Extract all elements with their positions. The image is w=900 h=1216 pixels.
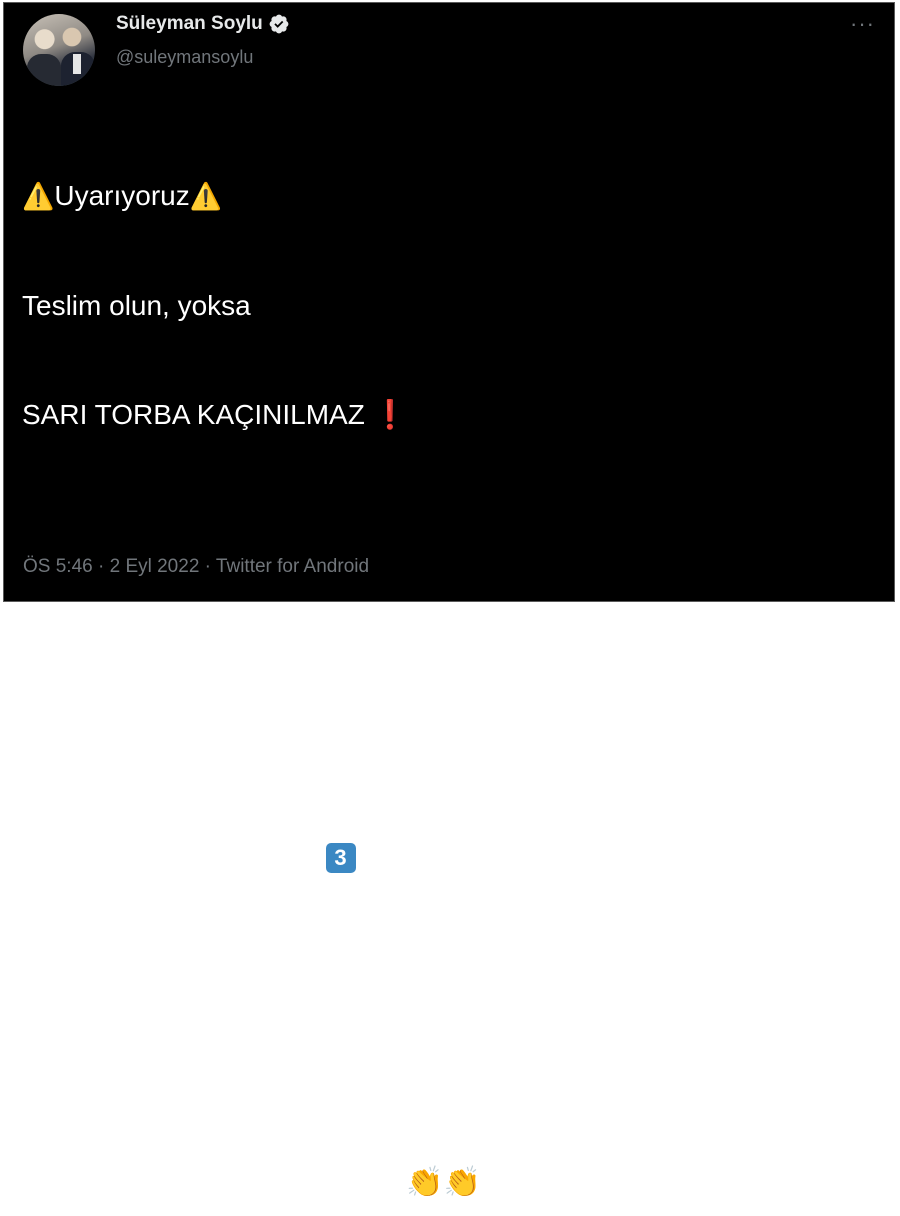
tweet-para2-line-4: etkisiz hale getirdi	[22, 948, 245, 979]
keycap-number-icon: 3	[325, 843, 356, 873]
tweet-para2-line-1: Eren Abluka-27 Operasyonu'nda Şırnak Far…	[22, 618, 713, 649]
warning-emoji-icon: ⚠️	[22, 181, 55, 211]
tweet-line-3-text: SARI TORBA KAÇINILMAZ	[22, 399, 365, 430]
tweet-card: Süleyman Soylu @suleymansoylu ··· ⚠️Uyar…	[3, 2, 895, 1199]
tweet-line-1: ⚠️Uyarıyoruz⚠️	[22, 178, 882, 215]
avatar-figure-left	[27, 54, 61, 86]
warning-emoji-icon: ⚠️	[189, 181, 223, 211]
tweet-para3-text: Kahramanlarımızın eline sağlık	[22, 1167, 407, 1198]
tweet-para3: Kahramanlarımızın eline sağlık👏👏	[22, 1165, 882, 1202]
verified-badge-icon	[269, 14, 289, 34]
tweet-para2-line-3: Kuvvetleri'nin desteğiyle 3 teröristi sila…	[22, 835, 882, 873]
author-handle[interactable]: @suleymansoylu	[116, 47, 253, 68]
avatar-shirt	[73, 54, 81, 74]
tweet-para2-line-2: kırsalında, JÖH ve Komandolarımız, J-SİH…	[22, 727, 678, 759]
tweet-line-3: SARI TORBA KAÇINILMAZ ❗	[22, 397, 882, 434]
tweet-line-1-text: Uyarıyoruz	[54, 180, 190, 211]
avatar[interactable]	[23, 14, 95, 86]
tweet-line-2: Teslim olun, yoksa	[22, 289, 251, 321]
author-display-name[interactable]: Süleyman Soylu	[116, 13, 263, 35]
more-options-icon[interactable]: ···	[850, 11, 875, 37]
clapping-hands-icon: 👏👏	[406, 1166, 482, 1199]
tweet-para2-line-3-after: teröristi silahlarıyla birlikte	[359, 837, 681, 868]
tweet-text: ⚠️Uyarıyoruz⚠️ Teslim olun, yoksa SARI T…	[22, 105, 882, 1216]
author-name-row[interactable]: Süleyman Soylu	[116, 13, 290, 35]
exclamation-emoji-icon: ❗	[372, 399, 408, 430]
tweet-para2-line-3-before: Kuvvetleri'nin desteğiyle	[22, 837, 322, 868]
tweet-timestamp-source[interactable]: ÖS 5:46 · 2 Eyl 2022 · Twitter for Andro…	[23, 556, 369, 578]
